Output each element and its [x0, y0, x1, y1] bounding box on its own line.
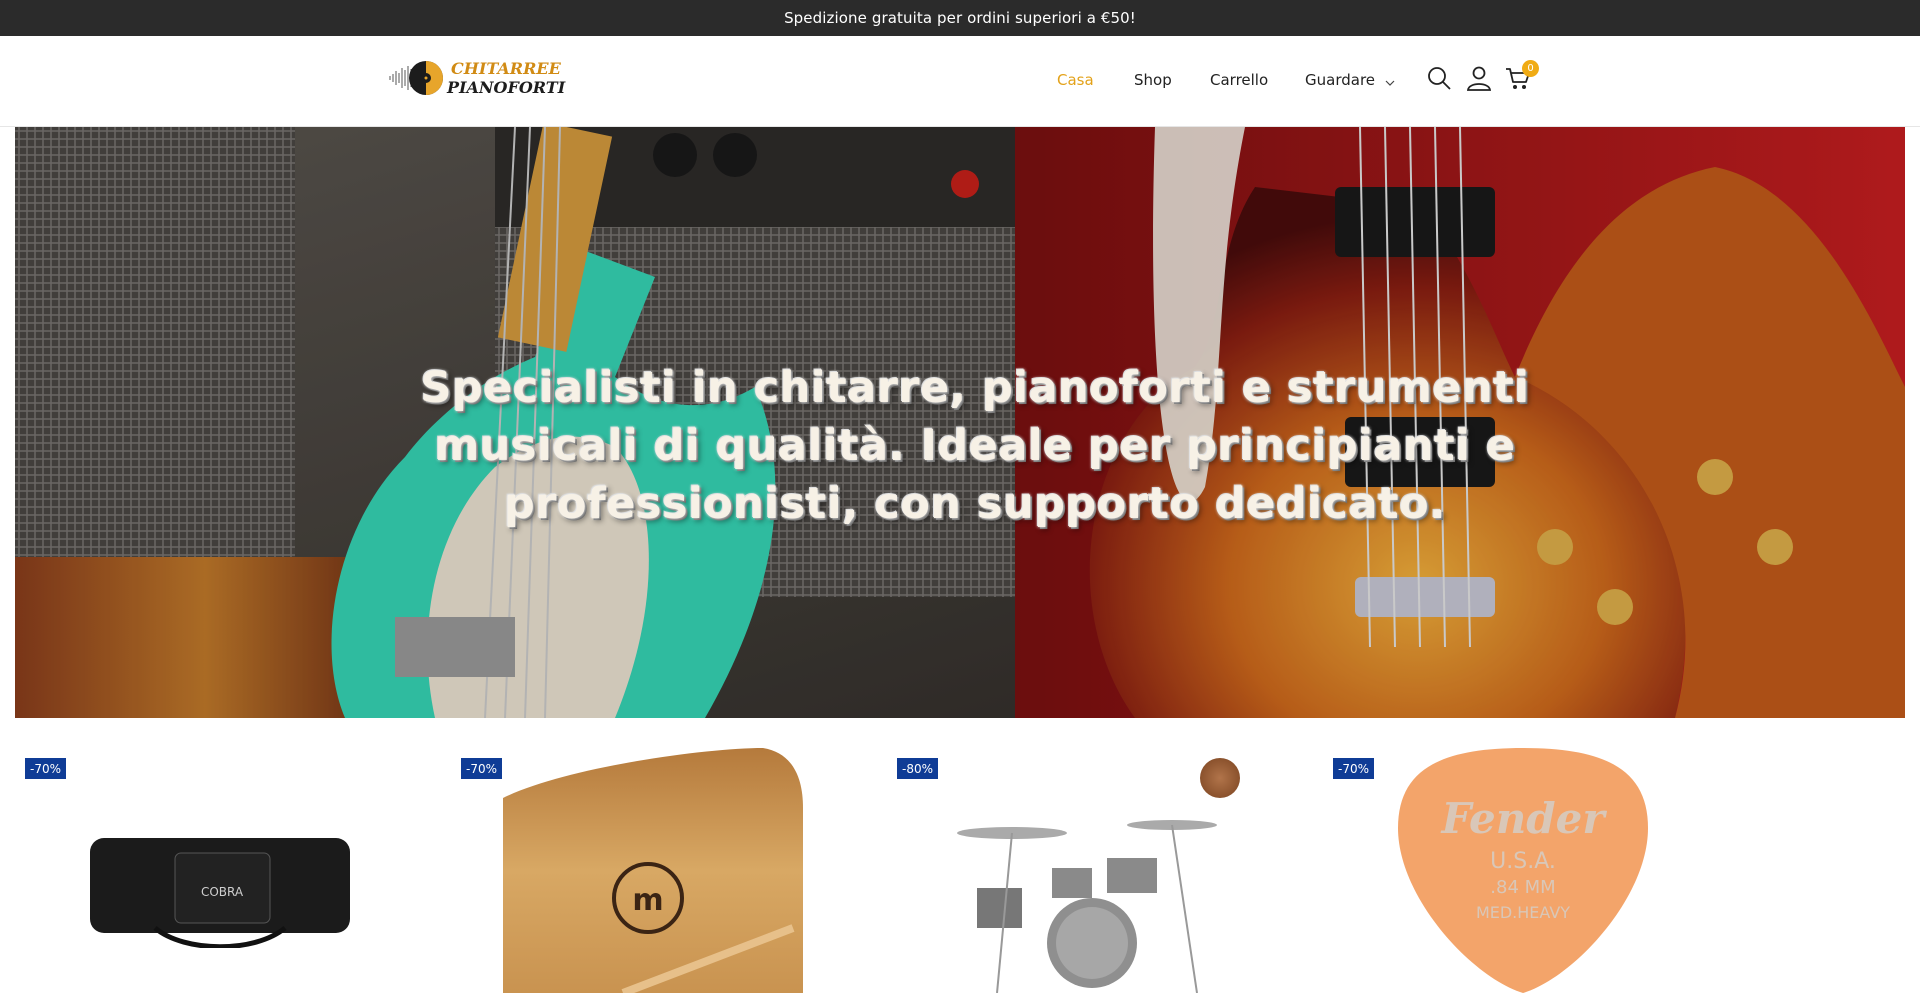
account-button[interactable] — [1465, 66, 1493, 94]
discount-badge: -70% — [1333, 758, 1375, 779]
product-card[interactable]: -70% m — [451, 718, 871, 993]
product-card[interactable]: -70% COBRA — [15, 718, 435, 993]
svg-text:Fender: Fender — [1441, 794, 1608, 843]
svg-text:MED.HEAVY: MED.HEAVY — [1476, 903, 1570, 922]
drum-kit-image — [957, 820, 1217, 993]
svg-text:COBRA: COBRA — [201, 885, 244, 899]
user-icon — [1466, 65, 1492, 95]
keyboard-gig-bag-image: COBRA — [90, 838, 350, 948]
nav-item-carrello[interactable]: Carrello — [1210, 71, 1268, 89]
nav-item-casa[interactable]: Casa — [1057, 71, 1094, 89]
site-logo[interactable]: CHITARREE PIANOFORTI — [385, 54, 565, 102]
fender-guitar-pick-image: Fender U.S.A. .84 MM MED.HEAVY — [1398, 748, 1648, 993]
search-icon — [1426, 65, 1452, 95]
search-button[interactable] — [1425, 66, 1453, 94]
logo-line-2: PIANOFORTI — [447, 78, 566, 97]
product-card[interactable]: -70% Fender U.S.A. .84 MM MED.HEAVY — [1323, 718, 1743, 993]
announcement-text: Spedizione gratuita per ordini superiori… — [784, 9, 1136, 27]
color-swatch[interactable] — [1200, 758, 1240, 798]
cart-button[interactable]: 0 — [1504, 60, 1539, 94]
logo-line-1: CHITARREE — [451, 59, 561, 78]
hero-banner: Specialisti in chitarre, pianoforti e st… — [15, 127, 1905, 718]
nav-item-shop[interactable]: Shop — [1134, 71, 1172, 89]
product-card[interactable]: -80% — [887, 718, 1307, 993]
chevron-down-icon — [1385, 72, 1395, 90]
svg-text:.84 MM: .84 MM — [1490, 877, 1555, 898]
discount-badge: -80% — [897, 758, 939, 779]
nav-item-guardare[interactable]: Guardare — [1305, 71, 1395, 90]
nav-item-guardare-label: Guardare — [1305, 71, 1376, 89]
hero-title: Specialisti in chitarre, pianoforti e st… — [420, 363, 1530, 529]
product-strip: -70% COBRA -70% m -80% -70% Fender U.S.A… — [0, 718, 1920, 993]
logo-vinyl-icon — [385, 58, 445, 98]
wood-block-image: m — [503, 748, 803, 993]
discount-badge: -70% — [25, 758, 67, 779]
discount-badge: -70% — [461, 758, 503, 779]
svg-text:m: m — [632, 883, 663, 918]
announcement-bar: Spedizione gratuita per ordini superiori… — [0, 0, 1920, 36]
site-header: CHITARREE PIANOFORTI Casa Shop Carrello … — [0, 36, 1920, 127]
svg-text:U.S.A.: U.S.A. — [1490, 849, 1556, 874]
cart-count-badge: 0 — [1522, 60, 1539, 77]
